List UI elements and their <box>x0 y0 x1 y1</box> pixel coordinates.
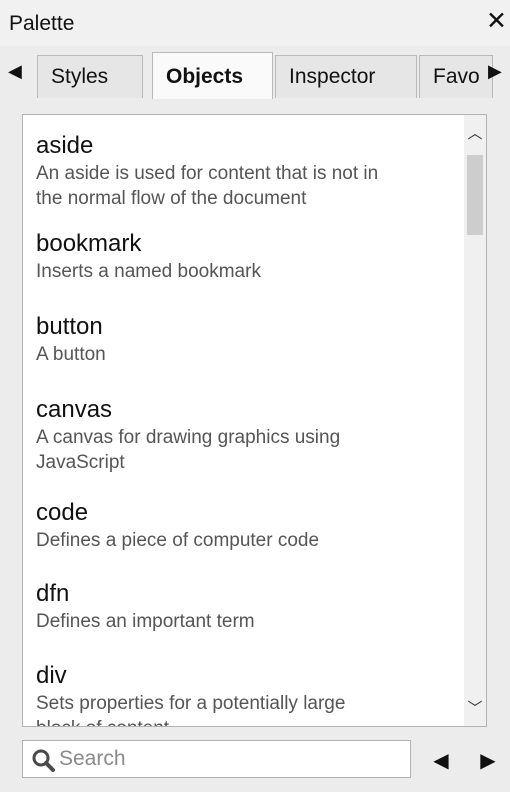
item-name: canvas <box>36 396 113 423</box>
tab-inspector[interactable]: Inspector <box>275 55 417 98</box>
chevron-up-icon[interactable]: ︿ <box>464 122 486 143</box>
search-input[interactable] <box>59 746 399 772</box>
tab-label: Inspector <box>289 65 376 88</box>
item-description: JavaScript <box>36 452 125 473</box>
objects-list-panel: aside An aside is used for content that … <box>22 114 487 727</box>
item-description: A canvas for drawing graphics using <box>36 427 341 448</box>
previous-result-icon[interactable]: ◀ <box>428 748 454 774</box>
palette-title: Palette <box>9 12 75 35</box>
search-icon <box>32 749 55 772</box>
vertical-scrollbar[interactable]: ︿ ﹀ <box>464 115 486 726</box>
tab-scroll-left-icon[interactable]: ◀ <box>8 62 22 80</box>
item-name: aside <box>36 132 94 159</box>
tab-objects[interactable]: Objects <box>152 52 273 99</box>
tab-scroll-right-icon[interactable]: ▶ <box>488 62 502 80</box>
item-description: the normal flow of the document <box>36 188 307 209</box>
close-icon[interactable]: ✕ <box>486 9 507 34</box>
item-name: code <box>36 499 89 526</box>
list-item-div[interactable]: div Sets properties for a potentially la… <box>36 661 466 726</box>
chevron-down-icon[interactable]: ﹀ <box>464 697 486 718</box>
search-box[interactable] <box>22 740 411 778</box>
item-description: block of content <box>36 716 466 726</box>
list-item-canvas[interactable]: canvas A canvas for drawing graphics usi… <box>36 395 466 475</box>
list-item-button[interactable]: button A button <box>36 312 466 367</box>
item-description: Inserts a named bookmark <box>36 261 261 282</box>
tab-bar: ◀ Styles Objects Inspector Favo ▶ <box>0 46 510 99</box>
item-name: bookmark <box>36 230 142 257</box>
list-item-dfn[interactable]: dfn Defines an important term <box>36 579 466 634</box>
item-name: dfn <box>36 580 70 607</box>
item-description: Defines an important term <box>36 611 255 632</box>
scrollbar-thumb[interactable] <box>467 155 483 235</box>
tab-label: Styles <box>51 65 109 88</box>
item-description: A button <box>36 344 106 365</box>
item-name: div <box>36 662 67 689</box>
list-item-aside[interactable]: aside An aside is used for content that … <box>36 131 466 211</box>
item-name: button <box>36 313 103 340</box>
palette-title-bar: Palette ✕ <box>0 0 510 47</box>
list-item-code[interactable]: code Defines a piece of computer code <box>36 498 466 553</box>
tab-label: Favo <box>433 65 480 88</box>
tab-favorites[interactable]: Favo <box>419 55 493 98</box>
tab-styles[interactable]: Styles <box>37 55 143 98</box>
item-description: Defines a piece of computer code <box>36 530 320 551</box>
next-result-icon[interactable]: ▶ <box>475 748 501 774</box>
item-description: Sets properties for a potentially large <box>36 693 346 714</box>
tab-label: Objects <box>166 65 244 88</box>
list-item-bookmark[interactable]: bookmark Inserts a named bookmark <box>36 229 466 284</box>
item-description: An aside is used for content that is not… <box>36 163 379 184</box>
